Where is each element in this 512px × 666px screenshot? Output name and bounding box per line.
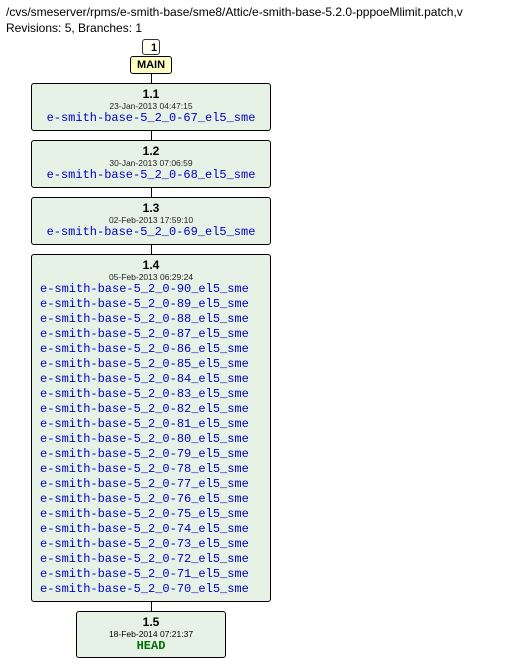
revision-tag: e-smith-base-5_2_0-87_el5_sme (40, 327, 262, 342)
revision-node[interactable]: 1.4 05-Feb-2013 06:29:24 e-smith-base-5_… (31, 254, 271, 602)
revision-tag: e-smith-base-5_2_0-89_el5_sme (40, 297, 262, 312)
revision-version: 1.3 (40, 201, 262, 215)
revision-node[interactable]: 1.2 30-Jan-2013 07:06:59 e-smith-base-5_… (31, 140, 271, 188)
head-node[interactable]: 1.5 18-Feb-2014 07:21:37 HEAD (76, 611, 226, 658)
revision-tag: e-smith-base-5_2_0-68_el5_sme (40, 168, 262, 183)
revision-tag: e-smith-base-5_2_0-73_el5_sme (40, 537, 262, 552)
connector (151, 131, 152, 140)
revision-tag: e-smith-base-5_2_0-72_el5_sme (40, 552, 262, 567)
revision-tag: e-smith-base-5_2_0-70_el5_sme (40, 582, 262, 597)
revision-tag: e-smith-base-5_2_0-88_el5_sme (40, 312, 262, 327)
revision-tag: e-smith-base-5_2_0-69_el5_sme (40, 225, 262, 240)
revision-version: 1.2 (40, 144, 262, 158)
connector (151, 245, 152, 254)
revision-tag: e-smith-base-5_2_0-75_el5_sme (40, 507, 262, 522)
revision-tag: e-smith-base-5_2_0-74_el5_sme (40, 522, 262, 537)
repo-meta: Revisions: 5, Branches: 1 (6, 20, 506, 36)
revision-date: 02-Feb-2013 17:59:10 (40, 215, 262, 225)
revision-tag: e-smith-base-5_2_0-86_el5_sme (40, 342, 262, 357)
revision-node[interactable]: 1.3 02-Feb-2013 17:59:10 e-smith-base-5_… (31, 197, 271, 245)
connector (151, 188, 152, 197)
revision-tag: e-smith-base-5_2_0-71_el5_sme (40, 567, 262, 582)
revision-version: 1.1 (40, 87, 262, 101)
revision-tag: e-smith-base-5_2_0-90_el5_sme (40, 282, 262, 297)
branch-badge: 1 (142, 39, 160, 55)
head-version: 1.5 (85, 615, 217, 629)
revision-date: 23-Jan-2013 04:47:15 (40, 101, 262, 111)
connector (151, 602, 152, 611)
revision-tag: e-smith-base-5_2_0-80_el5_sme (40, 432, 262, 447)
connector (151, 74, 152, 83)
header: /cvs/smeserver/rpms/e-smith-base/sme8/At… (0, 0, 512, 38)
revision-tag: e-smith-base-5_2_0-77_el5_sme (40, 477, 262, 492)
revision-date: 30-Jan-2013 07:06:59 (40, 158, 262, 168)
revision-tag: e-smith-base-5_2_0-79_el5_sme (40, 447, 262, 462)
head-tag: HEAD (85, 639, 217, 653)
revision-version: 1.4 (40, 258, 262, 272)
revision-tag: e-smith-base-5_2_0-81_el5_sme (40, 417, 262, 432)
revision-tag: e-smith-base-5_2_0-78_el5_sme (40, 462, 262, 477)
revision-node[interactable]: 1.1 23-Jan-2013 04:47:15 e-smith-base-5_… (31, 83, 271, 131)
revision-tag: e-smith-base-5_2_0-84_el5_sme (40, 372, 262, 387)
revision-tag: e-smith-base-5_2_0-76_el5_sme (40, 492, 262, 507)
revision-tree: 1 MAIN 1.1 23-Jan-2013 04:47:15 e-smith-… (0, 38, 512, 666)
branch-main[interactable]: MAIN (130, 56, 172, 74)
revision-date: 05-Feb-2013 06:29:24 (40, 272, 262, 282)
revision-tag: e-smith-base-5_2_0-82_el5_sme (40, 402, 262, 417)
head-date: 18-Feb-2014 07:21:37 (85, 629, 217, 639)
repo-path: /cvs/smeserver/rpms/e-smith-base/sme8/At… (6, 4, 506, 20)
revision-tag: e-smith-base-5_2_0-83_el5_sme (40, 387, 262, 402)
revision-tag: e-smith-base-5_2_0-85_el5_sme (40, 357, 262, 372)
revision-tag: e-smith-base-5_2_0-67_el5_sme (40, 111, 262, 126)
